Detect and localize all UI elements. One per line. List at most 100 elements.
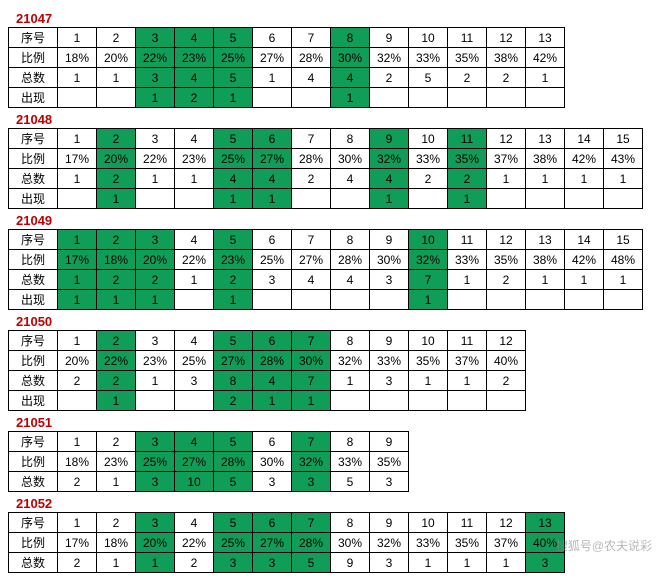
data-cell[interactable]: 11: [448, 513, 487, 533]
data-cell[interactable]: 2: [214, 270, 253, 290]
data-cell[interactable]: 1: [331, 371, 370, 391]
data-cell[interactable]: 2: [448, 68, 487, 88]
data-cell[interactable]: 6: [253, 28, 292, 48]
data-cell[interactable]: 2: [487, 371, 526, 391]
data-cell[interactable]: 1: [526, 169, 565, 189]
data-cell[interactable]: 5: [214, 28, 253, 48]
data-cell[interactable]: 3: [526, 553, 565, 573]
data-cell[interactable]: 1: [136, 169, 175, 189]
data-cell[interactable]: 23%: [214, 250, 253, 270]
data-cell[interactable]: [448, 391, 487, 411]
data-cell[interactable]: 48%: [604, 250, 643, 270]
data-cell[interactable]: 9: [370, 230, 409, 250]
data-cell[interactable]: 28%: [292, 48, 331, 68]
data-cell[interactable]: 10: [409, 129, 448, 149]
data-cell[interactable]: 6: [253, 331, 292, 351]
data-cell[interactable]: 33%: [409, 533, 448, 553]
data-cell[interactable]: [292, 88, 331, 108]
data-cell[interactable]: 20%: [97, 48, 136, 68]
data-cell[interactable]: 23%: [136, 351, 175, 371]
data-cell[interactable]: 35%: [448, 533, 487, 553]
data-cell[interactable]: 4: [370, 169, 409, 189]
data-cell[interactable]: 9: [370, 432, 409, 452]
data-cell[interactable]: 2: [175, 88, 214, 108]
data-cell[interactable]: [370, 88, 409, 108]
data-cell[interactable]: 11: [448, 230, 487, 250]
data-cell[interactable]: 28%: [292, 533, 331, 553]
data-cell[interactable]: 2: [487, 68, 526, 88]
data-cell[interactable]: 4: [331, 169, 370, 189]
data-cell[interactable]: 9: [331, 553, 370, 573]
data-cell[interactable]: 5: [292, 553, 331, 573]
data-cell[interactable]: 1: [136, 290, 175, 310]
data-cell[interactable]: 4: [175, 28, 214, 48]
data-cell[interactable]: [253, 290, 292, 310]
data-cell[interactable]: 17%: [58, 149, 97, 169]
data-cell[interactable]: 1: [448, 270, 487, 290]
data-cell[interactable]: 37%: [448, 351, 487, 371]
data-cell[interactable]: 5: [214, 472, 253, 492]
data-cell[interactable]: 42%: [526, 48, 565, 68]
data-cell[interactable]: 28%: [331, 250, 370, 270]
data-cell[interactable]: 1: [214, 189, 253, 209]
data-cell[interactable]: 5: [214, 513, 253, 533]
data-cell[interactable]: 33%: [448, 250, 487, 270]
data-cell[interactable]: 3: [136, 331, 175, 351]
data-cell[interactable]: 1: [58, 68, 97, 88]
data-cell[interactable]: 38%: [526, 250, 565, 270]
data-cell[interactable]: [253, 88, 292, 108]
data-cell[interactable]: 2: [97, 371, 136, 391]
data-cell[interactable]: [175, 189, 214, 209]
data-cell[interactable]: 4: [175, 331, 214, 351]
data-cell[interactable]: 1: [331, 88, 370, 108]
data-cell[interactable]: 10: [409, 230, 448, 250]
data-cell[interactable]: 4: [253, 169, 292, 189]
data-cell[interactable]: 38%: [526, 149, 565, 169]
data-cell[interactable]: 9: [370, 129, 409, 149]
data-cell[interactable]: 32%: [409, 250, 448, 270]
data-cell[interactable]: 4: [175, 129, 214, 149]
data-cell[interactable]: 11: [448, 331, 487, 351]
data-cell[interactable]: 1: [58, 28, 97, 48]
data-cell[interactable]: [58, 189, 97, 209]
data-cell[interactable]: 3: [175, 371, 214, 391]
data-cell[interactable]: 3: [253, 553, 292, 573]
data-cell[interactable]: 2: [97, 28, 136, 48]
data-cell[interactable]: 5: [214, 129, 253, 149]
data-cell[interactable]: 35%: [448, 48, 487, 68]
data-cell[interactable]: 30%: [331, 48, 370, 68]
data-cell[interactable]: [136, 391, 175, 411]
data-cell[interactable]: [487, 88, 526, 108]
data-cell[interactable]: 1: [97, 553, 136, 573]
data-cell[interactable]: 4: [292, 270, 331, 290]
data-cell[interactable]: 2: [487, 270, 526, 290]
data-cell[interactable]: 32%: [370, 533, 409, 553]
data-cell[interactable]: [526, 189, 565, 209]
data-cell[interactable]: [604, 189, 643, 209]
data-cell[interactable]: 12: [487, 230, 526, 250]
data-cell[interactable]: 14: [565, 230, 604, 250]
data-cell[interactable]: 18%: [58, 452, 97, 472]
data-cell[interactable]: [526, 290, 565, 310]
data-cell[interactable]: 6: [253, 230, 292, 250]
data-cell[interactable]: [331, 290, 370, 310]
data-cell[interactable]: 13: [526, 230, 565, 250]
data-cell[interactable]: [331, 189, 370, 209]
data-cell[interactable]: 1: [526, 68, 565, 88]
data-cell[interactable]: 33%: [409, 149, 448, 169]
data-cell[interactable]: 1: [409, 290, 448, 310]
data-cell[interactable]: 27%: [214, 351, 253, 371]
data-cell[interactable]: 8: [214, 371, 253, 391]
data-cell[interactable]: 3: [253, 270, 292, 290]
data-cell[interactable]: 1: [214, 88, 253, 108]
data-cell[interactable]: 5: [214, 432, 253, 452]
data-cell[interactable]: 4: [292, 68, 331, 88]
data-cell[interactable]: 33%: [409, 48, 448, 68]
data-cell[interactable]: 10: [409, 513, 448, 533]
data-cell[interactable]: 1: [409, 553, 448, 573]
data-cell[interactable]: 1: [253, 189, 292, 209]
data-cell[interactable]: 22%: [175, 533, 214, 553]
data-cell[interactable]: [97, 88, 136, 108]
data-cell[interactable]: 6: [253, 129, 292, 149]
data-cell[interactable]: 1: [448, 371, 487, 391]
